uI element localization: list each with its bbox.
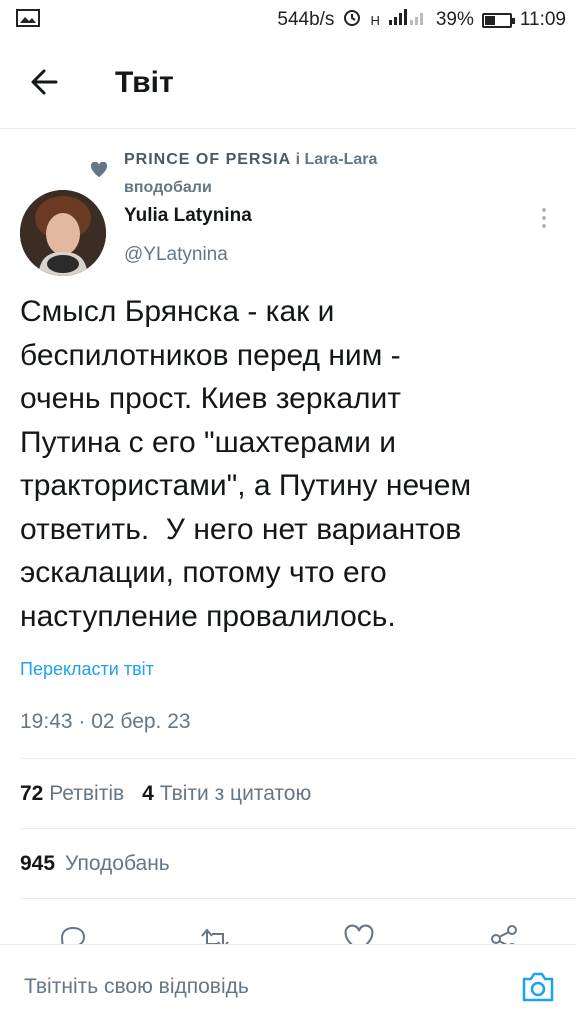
liked-action: вподобали xyxy=(124,179,212,196)
reply-input[interactable]: Твітніть свою відповідь xyxy=(24,975,249,999)
avatar[interactable] xyxy=(20,190,106,276)
page-title: Твіт xyxy=(115,66,174,99)
author-name[interactable]: Yulia Latynina xyxy=(124,205,252,227)
divider xyxy=(20,828,576,829)
action-bar xyxy=(0,920,576,946)
retweets-link[interactable]: 72 Ретвітів xyxy=(20,782,124,806)
signal-icon xyxy=(388,8,428,32)
camera-icon[interactable] xyxy=(518,967,558,1007)
reply-composer[interactable]: Твітніть свою відповідь xyxy=(0,944,576,1025)
divider xyxy=(20,898,576,899)
like-icon[interactable] xyxy=(343,924,375,946)
battery-percent: 39% xyxy=(435,9,474,30)
reply-icon[interactable] xyxy=(58,924,88,946)
likes-label: Уподобань xyxy=(65,852,170,875)
retweets-label: Ретвітів xyxy=(49,782,125,805)
battery-icon xyxy=(481,12,515,28)
alarm-icon xyxy=(342,7,362,33)
retweet-icon[interactable] xyxy=(198,924,232,946)
retweets-count: 72 xyxy=(20,782,44,805)
likes-count: 945 xyxy=(20,852,56,875)
quotes-count: 4 xyxy=(142,782,154,805)
tweet-text: Смысл Брянска - как и беспилотников пере… xyxy=(20,295,472,633)
liker-rest: і Lara-Lara xyxy=(291,151,378,168)
retweet-stats: 72 Ретвітів 4 Твіти з цитатою xyxy=(20,782,311,806)
quotes-label: Твіти з цитатою xyxy=(159,782,312,805)
more-icon[interactable] xyxy=(536,206,552,230)
divider xyxy=(20,758,576,759)
status-bar: 544b/s H 39% 11:09 xyxy=(0,0,576,38)
heart-icon xyxy=(90,161,108,183)
translate-link[interactable]: Перекласти твіт xyxy=(20,659,154,680)
author-handle[interactable]: @YLatynina xyxy=(124,244,228,266)
network-speed: 544b/s xyxy=(277,9,335,30)
tweet-timestamp: 19:43 · 02 бер. 23 xyxy=(20,710,191,733)
share-icon[interactable] xyxy=(488,924,520,946)
app-header: Твіт xyxy=(0,38,576,129)
clock: 11:09 xyxy=(519,9,566,30)
gallery-notification-icon xyxy=(16,8,40,34)
quotes-link[interactable]: 4 Твіти з цитатою xyxy=(142,782,311,806)
network-type: H xyxy=(370,12,380,28)
back-arrow-icon[interactable] xyxy=(26,62,66,102)
likes-link[interactable]: 945 Уподобань xyxy=(20,852,170,876)
liker-name-styled: PRINCE OF PERSIA xyxy=(124,151,292,168)
